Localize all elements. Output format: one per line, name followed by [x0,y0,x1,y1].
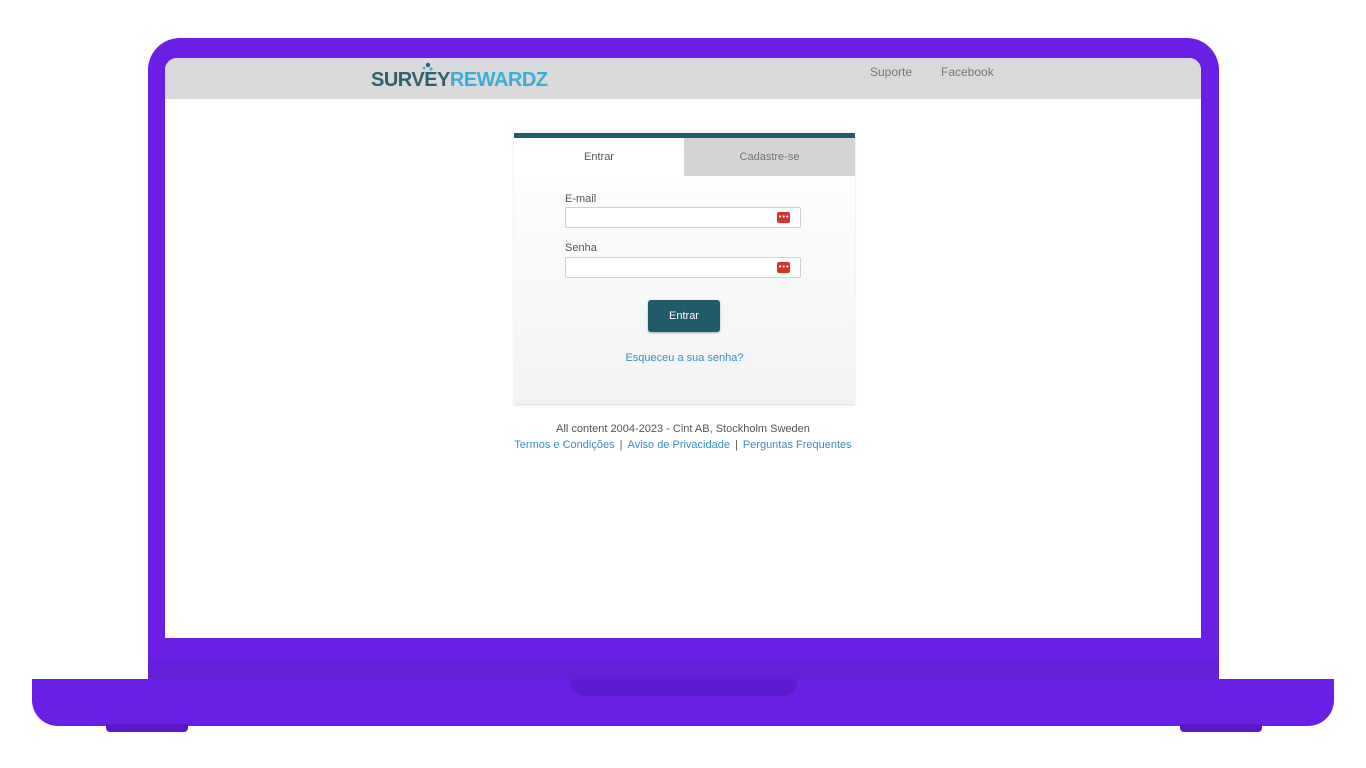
footer-copyright: All content 2004-2023 - Cint AB, Stockho… [556,423,810,435]
nav-link-facebook[interactable]: Facebook [941,65,994,79]
footer-separator: | [734,439,738,451]
tab-sign-in[interactable]: Entrar [514,138,684,176]
password-manager-icon[interactable]: ••• [777,212,790,223]
laptop-screen: SURVEYREWARDZ Suporte Facebook Entrar Ca… [165,58,1201,638]
terms-link[interactable]: Termos e Condições [514,439,614,451]
faq-link[interactable]: Perguntas Frequentes [743,439,852,451]
email-input[interactable] [566,210,778,230]
footer-separator: | [619,439,623,451]
surveyrewardz-logo[interactable]: SURVEYREWARDZ [371,62,548,93]
login-card: Entrar Cadastre-se E-mail ••• Senha ••• … [514,133,855,404]
laptop-notch [570,679,797,696]
password-field-wrapper: ••• [565,257,801,280]
tab-register[interactable]: Cadastre-se [684,138,855,176]
logo-checkmark-icon [422,62,433,71]
email-field-wrapper: ••• [565,207,801,230]
laptop-bezel-bottom [148,660,1219,679]
footer-links: Termos e Condições | Aviso de Privacidade |… [165,439,1201,451]
laptop-foot-left [106,724,188,732]
sign-in-button[interactable]: Entrar [648,300,720,332]
email-label: E-mail [565,193,597,205]
password-input[interactable] [566,260,778,280]
logo-text-rewardz: REWARDZ [449,69,548,91]
privacy-link[interactable]: Aviso de Privacidade [627,439,730,451]
login-tabs: Entrar Cadastre-se [514,138,855,176]
nav-link-support[interactable]: Suporte [870,65,912,79]
password-label: Senha [565,242,597,254]
laptop-foot-right [1180,724,1262,732]
top-navigation-bar: SURVEYREWARDZ Suporte Facebook [165,58,1201,99]
password-manager-icon[interactable]: ••• [777,262,790,273]
forgot-password-link[interactable]: Esqueceu a sua senha? [514,352,855,364]
